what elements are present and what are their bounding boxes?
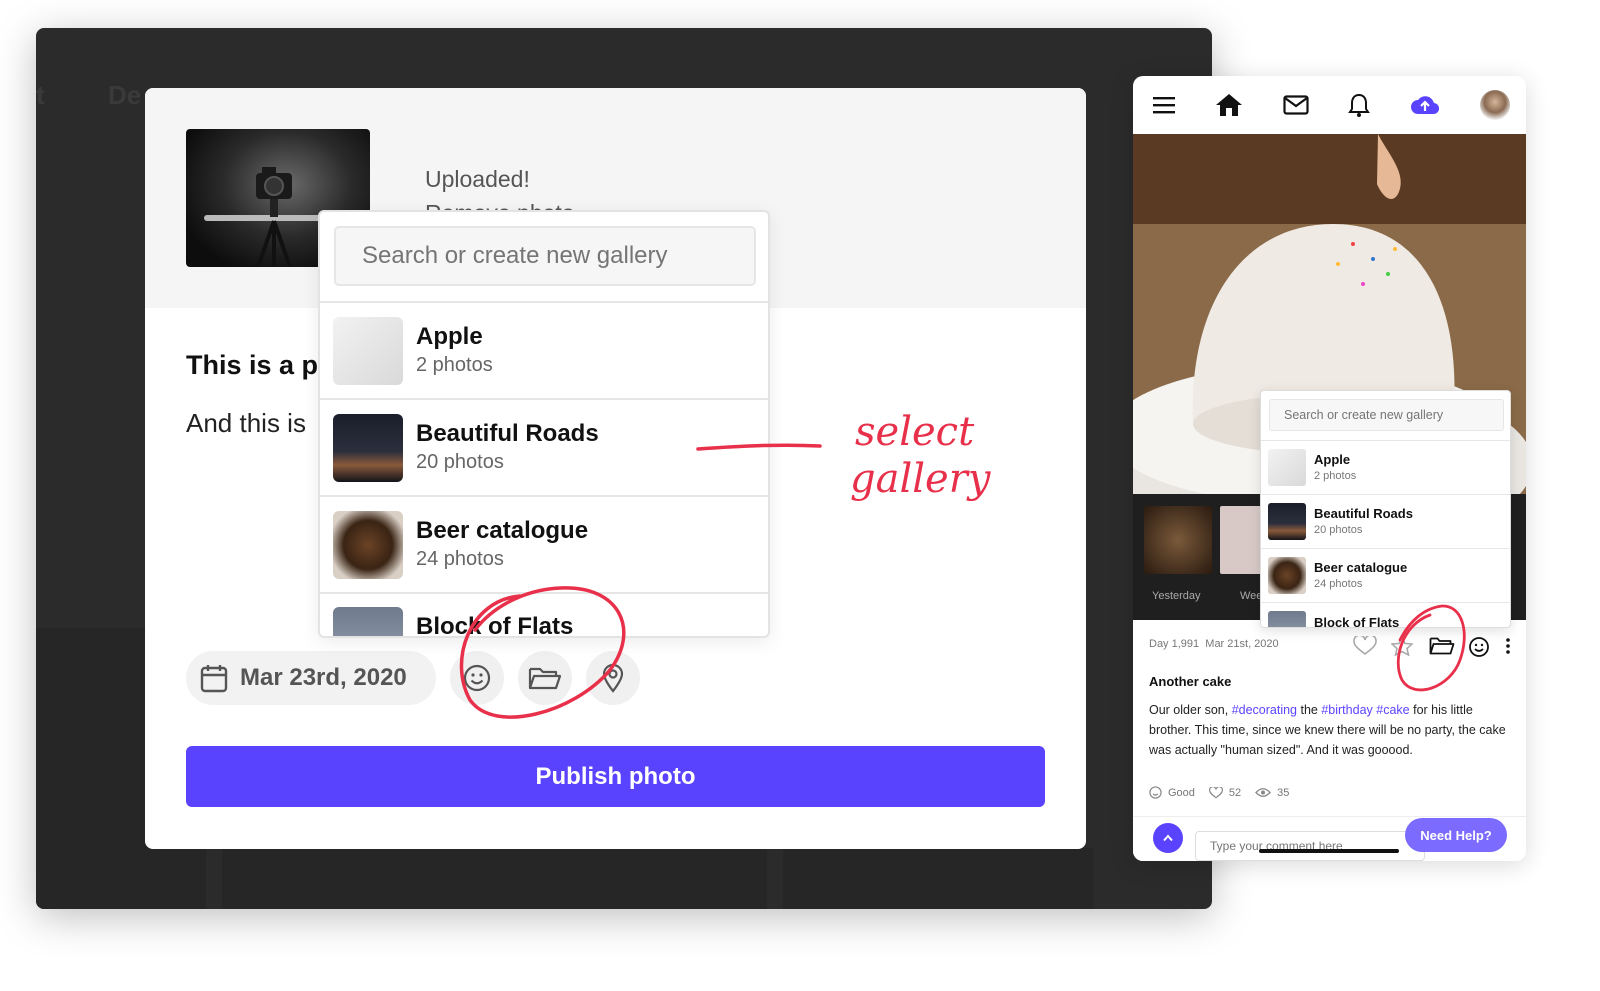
gallery-thumbnail [1268, 611, 1306, 627]
folder-open-icon [528, 667, 562, 690]
gallery-name: Apple [416, 322, 483, 350]
gallery-thumbnail [333, 607, 403, 636]
gallery-photo-count: 20 photos [1314, 523, 1363, 536]
upload-status-text: Uploaded! [425, 166, 530, 192]
post-title[interactable]: This is a pl [186, 350, 326, 381]
location-button[interactable] [586, 651, 640, 705]
post-meta: Day 1,991 Mar 21st, 2020 [1149, 638, 1279, 650]
gallery-option[interactable]: Apple 2 photos [1261, 440, 1510, 494]
smiley-icon [1149, 786, 1162, 799]
gallery-option[interactable]: Beautiful Roads 20 photos [1261, 494, 1510, 548]
upload-cloud-icon[interactable] [1410, 94, 1440, 116]
gallery-folder-button[interactable] [518, 651, 572, 705]
gallery-name: Beautiful Roads [416, 419, 599, 447]
comment-input[interactable] [1195, 831, 1425, 861]
gallery-name: Beer catalogue [1314, 559, 1408, 575]
folder-open-icon[interactable] [1429, 636, 1455, 656]
smiley-icon [463, 664, 491, 692]
gallery-name: Apple [1314, 451, 1351, 467]
timeline-thumbnail[interactable] [1144, 506, 1212, 574]
gallery-option[interactable]: Beer catalogue 24 photos [1261, 548, 1510, 602]
mood-stat: Good [1149, 786, 1195, 799]
gallery-name: Beautiful Roads [1314, 505, 1413, 521]
gallery-search-input[interactable] [1269, 399, 1504, 431]
views-count: 35 [1277, 786, 1290, 799]
mood-button[interactable] [450, 651, 504, 705]
hashtag-link[interactable]: #decorating [1232, 703, 1297, 717]
gallery-thumbnail [1268, 449, 1306, 486]
need-help-button[interactable]: Need Help? [1405, 818, 1507, 852]
gallery-name: Block of Flats [416, 613, 574, 638]
post-body: Our older son, #decorating the #birthday… [1149, 700, 1511, 760]
gallery-thumbnail [333, 510, 403, 579]
gallery-name: Block of Flats [1314, 615, 1400, 628]
scroll-top-button[interactable] [1153, 823, 1183, 853]
home-icon[interactable] [1215, 93, 1243, 117]
background-tile [222, 848, 767, 909]
bell-icon[interactable] [1348, 92, 1371, 118]
star-icon[interactable] [1391, 636, 1413, 656]
gallery-photo-count: 24 photos [416, 547, 504, 570]
post-text: the [1297, 703, 1322, 717]
likes-count: 52 [1228, 786, 1242, 799]
gallery-thumbnail [1268, 503, 1306, 540]
calendar-icon [200, 665, 228, 693]
gallery-thumbnail [333, 316, 403, 385]
gallery-photo-count: 20 photos [416, 450, 504, 473]
canvas: t De Uploaded! Remove photo [0, 0, 1600, 991]
smiley-icon[interactable] [1468, 636, 1490, 658]
mobile-gallery-dropdown: Apple 2 photos Beautiful Roads 20 photos B… [1260, 390, 1511, 628]
gallery-photo-count: 2 photos [1314, 469, 1357, 482]
views-stat: 35 [1255, 787, 1289, 799]
gallery-option[interactable]: Beautiful Roads 20 photos [320, 398, 768, 495]
publish-photo-button[interactable]: Publish photo [186, 746, 1045, 807]
map-pin-icon [602, 663, 624, 693]
eye-icon [1255, 788, 1272, 797]
mobile-nav-bar [1133, 76, 1526, 134]
post-description[interactable]: And this is [186, 408, 306, 439]
likes-stat: 52 [1208, 786, 1242, 799]
gallery-dropdown: Apple 2 photos Beautiful Roads 20 photos B… [318, 210, 770, 638]
chevron-up-icon [1163, 834, 1173, 842]
gallery-name: Beer catalogue [416, 516, 589, 544]
hamburger-menu-icon[interactable] [1153, 96, 1175, 114]
ghost-tab-1: t [36, 80, 45, 110]
user-avatar[interactable] [1479, 90, 1510, 120]
background-tile [783, 848, 1093, 909]
post-title: Another cake [1149, 674, 1232, 689]
post-stats: Good 52 35 [1149, 786, 1289, 799]
timeline-label: Yesterday [1152, 590, 1201, 602]
post-text: Our older son, [1149, 703, 1232, 717]
mail-icon[interactable] [1282, 95, 1309, 115]
gallery-option[interactable]: Beer catalogue 24 photos [320, 495, 768, 592]
gallery-option[interactable]: Block of Flats [1261, 602, 1510, 628]
date-picker-button[interactable]: Mar 23rd, 2020 [186, 651, 436, 705]
mood-label: Good [1168, 786, 1195, 799]
gallery-option[interactable]: Block of Flats [320, 592, 768, 638]
gallery-option[interactable]: Apple 2 photos [320, 301, 768, 398]
hashtag-link[interactable]: #cake [1376, 703, 1409, 717]
date-label: Mar 23rd, 2020 [240, 664, 407, 691]
post-date: Mar 21st, 2020 [1205, 638, 1279, 650]
ghost-tab-2: De [108, 80, 142, 110]
gallery-search-input[interactable] [334, 226, 756, 286]
more-options-icon[interactable] [1505, 637, 1511, 655]
gallery-photo-count: 24 photos [1314, 577, 1363, 590]
heart-icon [1208, 786, 1223, 798]
gallery-thumbnail [1268, 557, 1306, 594]
gallery-thumbnail [333, 413, 403, 482]
home-indicator [1259, 849, 1399, 853]
post-day: Day 1,991 [1149, 638, 1200, 650]
hashtag-link[interactable]: #birthday [1321, 703, 1372, 717]
heart-icon[interactable] [1353, 636, 1377, 656]
gallery-photo-count: 2 photos [416, 353, 493, 376]
